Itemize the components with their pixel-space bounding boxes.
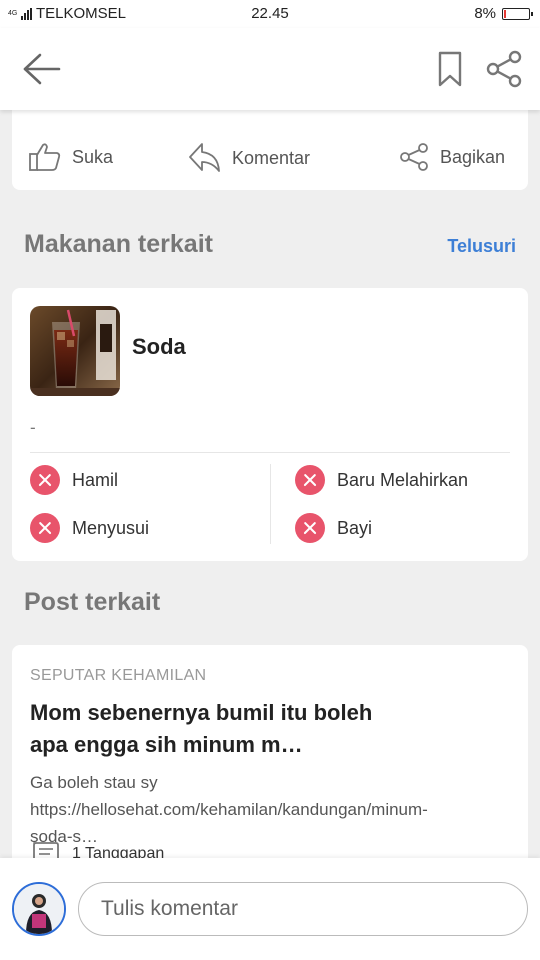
- avatar[interactable]: [12, 882, 66, 936]
- battery-icon: [502, 7, 533, 20]
- reply-icon: [189, 143, 220, 172]
- status-bar: 4G TELKOMSEL 22.45 8%: [0, 0, 540, 28]
- safety-item-bayi: Bayi: [295, 513, 372, 543]
- not-allowed-icon: [30, 465, 60, 495]
- not-allowed-icon: [295, 465, 325, 495]
- safety-label: Baru Melahirkan: [337, 469, 469, 490]
- safety-label: Bayi: [337, 517, 373, 538]
- share-button[interactable]: Bagikan: [398, 142, 505, 172]
- not-allowed-icon: [30, 513, 60, 543]
- food-name: Soda: [132, 334, 186, 359]
- safety-item-baru-melahirkan: Baru Melahirkan: [295, 465, 468, 495]
- battery-percent: 8%: [474, 5, 496, 22]
- not-allowed-icon: [295, 513, 325, 543]
- status-right: 8%: [474, 5, 533, 22]
- arrow-left-icon[interactable]: [22, 52, 62, 86]
- comment-button[interactable]: Komentar: [188, 142, 310, 174]
- related-posts-title: Post terkait: [24, 588, 161, 616]
- post-actions: Suka Komentar Bagikan: [12, 142, 528, 176]
- food-card[interactable]: Soda - Hamil Baru Melahirkan Menyusui Ba…: [12, 288, 528, 561]
- comment-label: Komentar: [232, 147, 311, 168]
- battery-fill: [504, 9, 506, 18]
- post-card: Suka Komentar Bagikan: [12, 96, 528, 190]
- share-icon[interactable]: [484, 50, 524, 88]
- thumbs-up-icon: [29, 143, 61, 171]
- explore-link[interactable]: Telusuri: [447, 236, 516, 257]
- safety-label: Hamil: [72, 469, 119, 490]
- share-label: Bagikan: [440, 146, 506, 167]
- related-food-title: Makanan terkait: [24, 230, 213, 258]
- bookmark-icon[interactable]: [436, 50, 464, 88]
- safety-item-menyusui: Menyusui: [30, 513, 149, 543]
- vertical-divider: [270, 464, 271, 544]
- like-label: Suka: [72, 146, 114, 167]
- safety-label: Menyusui: [72, 517, 150, 538]
- status-time: 22.45: [251, 5, 289, 22]
- safety-item-hamil: Hamil: [30, 465, 118, 495]
- food-description: -: [30, 418, 36, 437]
- comment-bar: [0, 858, 540, 960]
- comment-input[interactable]: [78, 882, 528, 936]
- food-image: [30, 306, 120, 396]
- share-icon: [400, 143, 428, 171]
- post-title: Mom sebenernya bumil itu boleh apa engga…: [30, 700, 373, 757]
- app-header: [0, 28, 540, 110]
- post-category: SEPUTAR KEHAMILAN: [30, 667, 207, 684]
- post-excerpt: Ga boleh stau sy https://hellosehat.com/…: [30, 773, 428, 846]
- divider: [30, 452, 510, 453]
- like-button[interactable]: Suka: [28, 142, 113, 172]
